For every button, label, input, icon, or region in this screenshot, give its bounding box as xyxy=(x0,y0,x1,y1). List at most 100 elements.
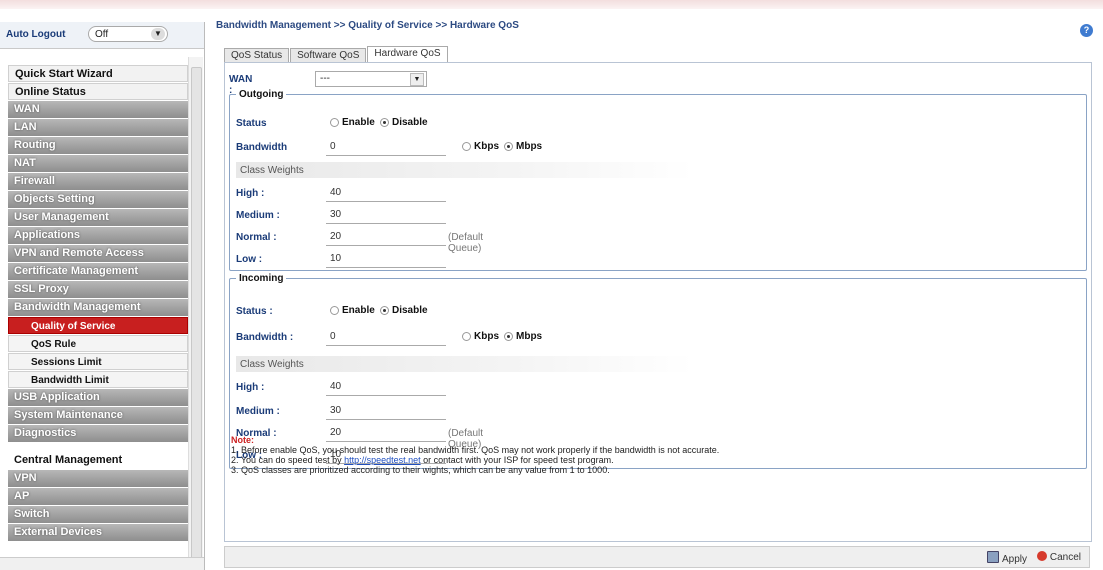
sidebar-item-diagnostics[interactable]: Diagnostics xyxy=(8,425,188,442)
help-icon[interactable]: ? xyxy=(1080,24,1093,37)
outgoing-high-input[interactable] xyxy=(326,184,446,202)
sidebar-item-ap[interactable]: AP xyxy=(8,488,188,505)
sidebar-item-objects-setting[interactable]: Objects Setting xyxy=(8,191,188,208)
sidebar-item-central-management: Central Management xyxy=(8,452,188,469)
outgoing-disable-radio[interactable] xyxy=(380,118,389,127)
sidebar-item-certificate-management[interactable]: Certificate Management xyxy=(8,263,188,280)
note-item-2-text: 2. You can do speed test by xyxy=(231,455,345,465)
outgoing-medium-input[interactable] xyxy=(326,206,446,224)
sidebar-item-usb-application[interactable]: USB Application xyxy=(8,389,188,406)
sidebar-item-qos-rule[interactable]: QoS Rule xyxy=(8,335,188,352)
sidebar-item-bandwidth-management[interactable]: Bandwidth Management xyxy=(8,299,188,316)
auto-logout-bar: Auto Logout Off ▼ xyxy=(0,22,204,49)
outgoing-mbps-radio[interactable] xyxy=(504,142,513,151)
sidebar-item-bandwidth-limit[interactable]: Bandwidth Limit xyxy=(8,371,188,388)
chevron-down-icon: ▼ xyxy=(151,28,165,40)
main-content: Bandwidth Management >> Quality of Servi… xyxy=(212,15,1103,570)
incoming-bandwidth-label: Bandwidth : xyxy=(236,332,294,343)
chevron-down-icon: ▼ xyxy=(410,73,424,86)
sidebar-item-quick-start-wizard[interactable]: Quick Start Wizard xyxy=(8,65,188,82)
sidebar-item-online-status[interactable]: Online Status xyxy=(8,83,188,100)
sidebar-item-system-maintenance[interactable]: System Maintenance xyxy=(8,407,188,424)
outgoing-enable-label: Enable xyxy=(342,117,375,128)
outgoing-mbps-label: Mbps xyxy=(516,141,543,152)
tab-bar: QoS Status Software QoS Hardware QoS xyxy=(224,46,449,63)
outgoing-high-label: High : xyxy=(236,188,265,199)
sidebar-item-external-devices[interactable]: External Devices xyxy=(8,524,188,541)
incoming-class-weights-header: Class Weights xyxy=(236,356,694,372)
outgoing-normal-input[interactable] xyxy=(326,228,446,246)
sidebar-horizontal-scrollbar[interactable] xyxy=(0,557,204,570)
outgoing-low-input[interactable] xyxy=(326,250,446,268)
note-item-3: 3. QoS classes are prioritized according… xyxy=(231,465,610,475)
incoming-class-weights-label: Class Weights xyxy=(240,359,304,370)
apply-label: Apply xyxy=(1001,554,1027,565)
cancel-button[interactable]: Cancel xyxy=(1036,551,1081,563)
outgoing-bandwidth-input[interactable] xyxy=(326,138,446,156)
apply-button[interactable]: Apply xyxy=(986,551,1027,565)
sidebar-item-vpn[interactable]: VPN xyxy=(8,470,188,487)
sidebar-item-lan[interactable]: LAN xyxy=(8,119,188,136)
tab-software-qos[interactable]: Software QoS xyxy=(290,48,367,63)
tab-qos-status[interactable]: QoS Status xyxy=(224,48,290,63)
sidebar-item-wan[interactable]: WAN xyxy=(8,101,188,118)
outgoing-medium-label: Medium : xyxy=(236,210,280,221)
incoming-medium-input[interactable] xyxy=(326,402,446,420)
sidebar-item-applications[interactable]: Applications xyxy=(8,227,188,244)
outgoing-class-weights-header: Class Weights xyxy=(236,162,694,178)
scrollbar-thumb[interactable] xyxy=(191,67,202,569)
outgoing-kbps-label: Kbps xyxy=(474,141,499,152)
wan-select[interactable]: --- ▼ xyxy=(315,71,427,87)
tab-hardware-qos[interactable]: Hardware QoS xyxy=(367,46,448,63)
incoming-disable-radio[interactable] xyxy=(380,306,389,315)
sidebar-item-ssl-proxy[interactable]: SSL Proxy xyxy=(8,281,188,298)
note-title: Note: xyxy=(231,435,254,445)
outgoing-status-label: Status xyxy=(236,118,267,129)
cancel-icon xyxy=(1036,551,1047,561)
sidebar-item-sessions-limit[interactable]: Sessions Limit xyxy=(8,353,188,370)
outgoing-low-label: Low : xyxy=(236,254,263,265)
sidebar-item-firewall[interactable]: Firewall xyxy=(8,173,188,190)
note-item-2-text-end: or contact with your ISP for speed test … xyxy=(420,455,614,465)
incoming-mbps-label: Mbps xyxy=(516,331,543,342)
incoming-status-label: Status : xyxy=(236,306,273,317)
note-item-1: 1. Before enable QoS, you should test th… xyxy=(231,445,720,455)
sidebar-item-nat[interactable]: NAT xyxy=(8,155,188,172)
note-item-2: 2. You can do speed test by http://speed… xyxy=(231,455,1083,465)
wan-select-value: --- xyxy=(320,73,330,84)
outgoing-enable-radio[interactable] xyxy=(330,118,339,127)
sidebar-item-user-management[interactable]: User Management xyxy=(8,209,188,226)
incoming-enable-label: Enable xyxy=(342,305,375,316)
outgoing-disable-label: Disable xyxy=(392,117,428,128)
note-box: Note: 1. Before enable QoS, you should t… xyxy=(231,435,1083,477)
incoming-high-input[interactable] xyxy=(326,378,446,396)
sidebar-menu: Quick Start Wizard Online Status WAN LAN Rou… xyxy=(8,65,188,542)
incoming-high-label: High : xyxy=(236,382,265,393)
speedtest-link[interactable]: http://speedtest.net xyxy=(344,455,421,465)
outgoing-fieldset: Outgoing Status Enable Disable Bandwidth… xyxy=(229,89,1087,271)
cancel-label: Cancel xyxy=(1049,552,1081,563)
outgoing-default-queue-hint: (Default Queue) xyxy=(448,232,484,254)
outgoing-kbps-radio[interactable] xyxy=(462,142,471,151)
incoming-bandwidth-input[interactable] xyxy=(326,328,446,346)
sidebar-item-quality-of-service[interactable]: Quality of Service xyxy=(8,317,188,334)
hardware-qos-panel: WAN : --- ▼ Outgoing Status Enable Disab… xyxy=(224,62,1092,542)
sidebar-item-switch[interactable]: Switch xyxy=(8,506,188,523)
sidebar-scrollbar[interactable] xyxy=(188,57,203,570)
auto-logout-value: Off xyxy=(95,29,109,40)
incoming-kbps-label: Kbps xyxy=(474,331,499,342)
sidebar-item-vpn-and-remote-access[interactable]: VPN and Remote Access xyxy=(8,245,188,262)
sidebar-item-routing[interactable]: Routing xyxy=(8,137,188,154)
outgoing-normal-label: Normal : xyxy=(236,232,277,243)
sidebar: Auto Logout Off ▼ Quick Start Wizard Onli… xyxy=(0,22,205,570)
breadcrumb: Bandwidth Management >> Quality of Servi… xyxy=(216,20,519,31)
incoming-enable-radio[interactable] xyxy=(330,306,339,315)
outgoing-bandwidth-label: Bandwidth xyxy=(236,142,288,153)
incoming-legend: Incoming xyxy=(239,273,284,284)
outgoing-legend: Outgoing xyxy=(239,89,284,100)
top-banner-strip xyxy=(0,0,1103,9)
auto-logout-select[interactable]: Off ▼ xyxy=(88,26,168,42)
incoming-mbps-radio[interactable] xyxy=(504,332,513,341)
incoming-kbps-radio[interactable] xyxy=(462,332,471,341)
save-icon xyxy=(986,551,999,563)
